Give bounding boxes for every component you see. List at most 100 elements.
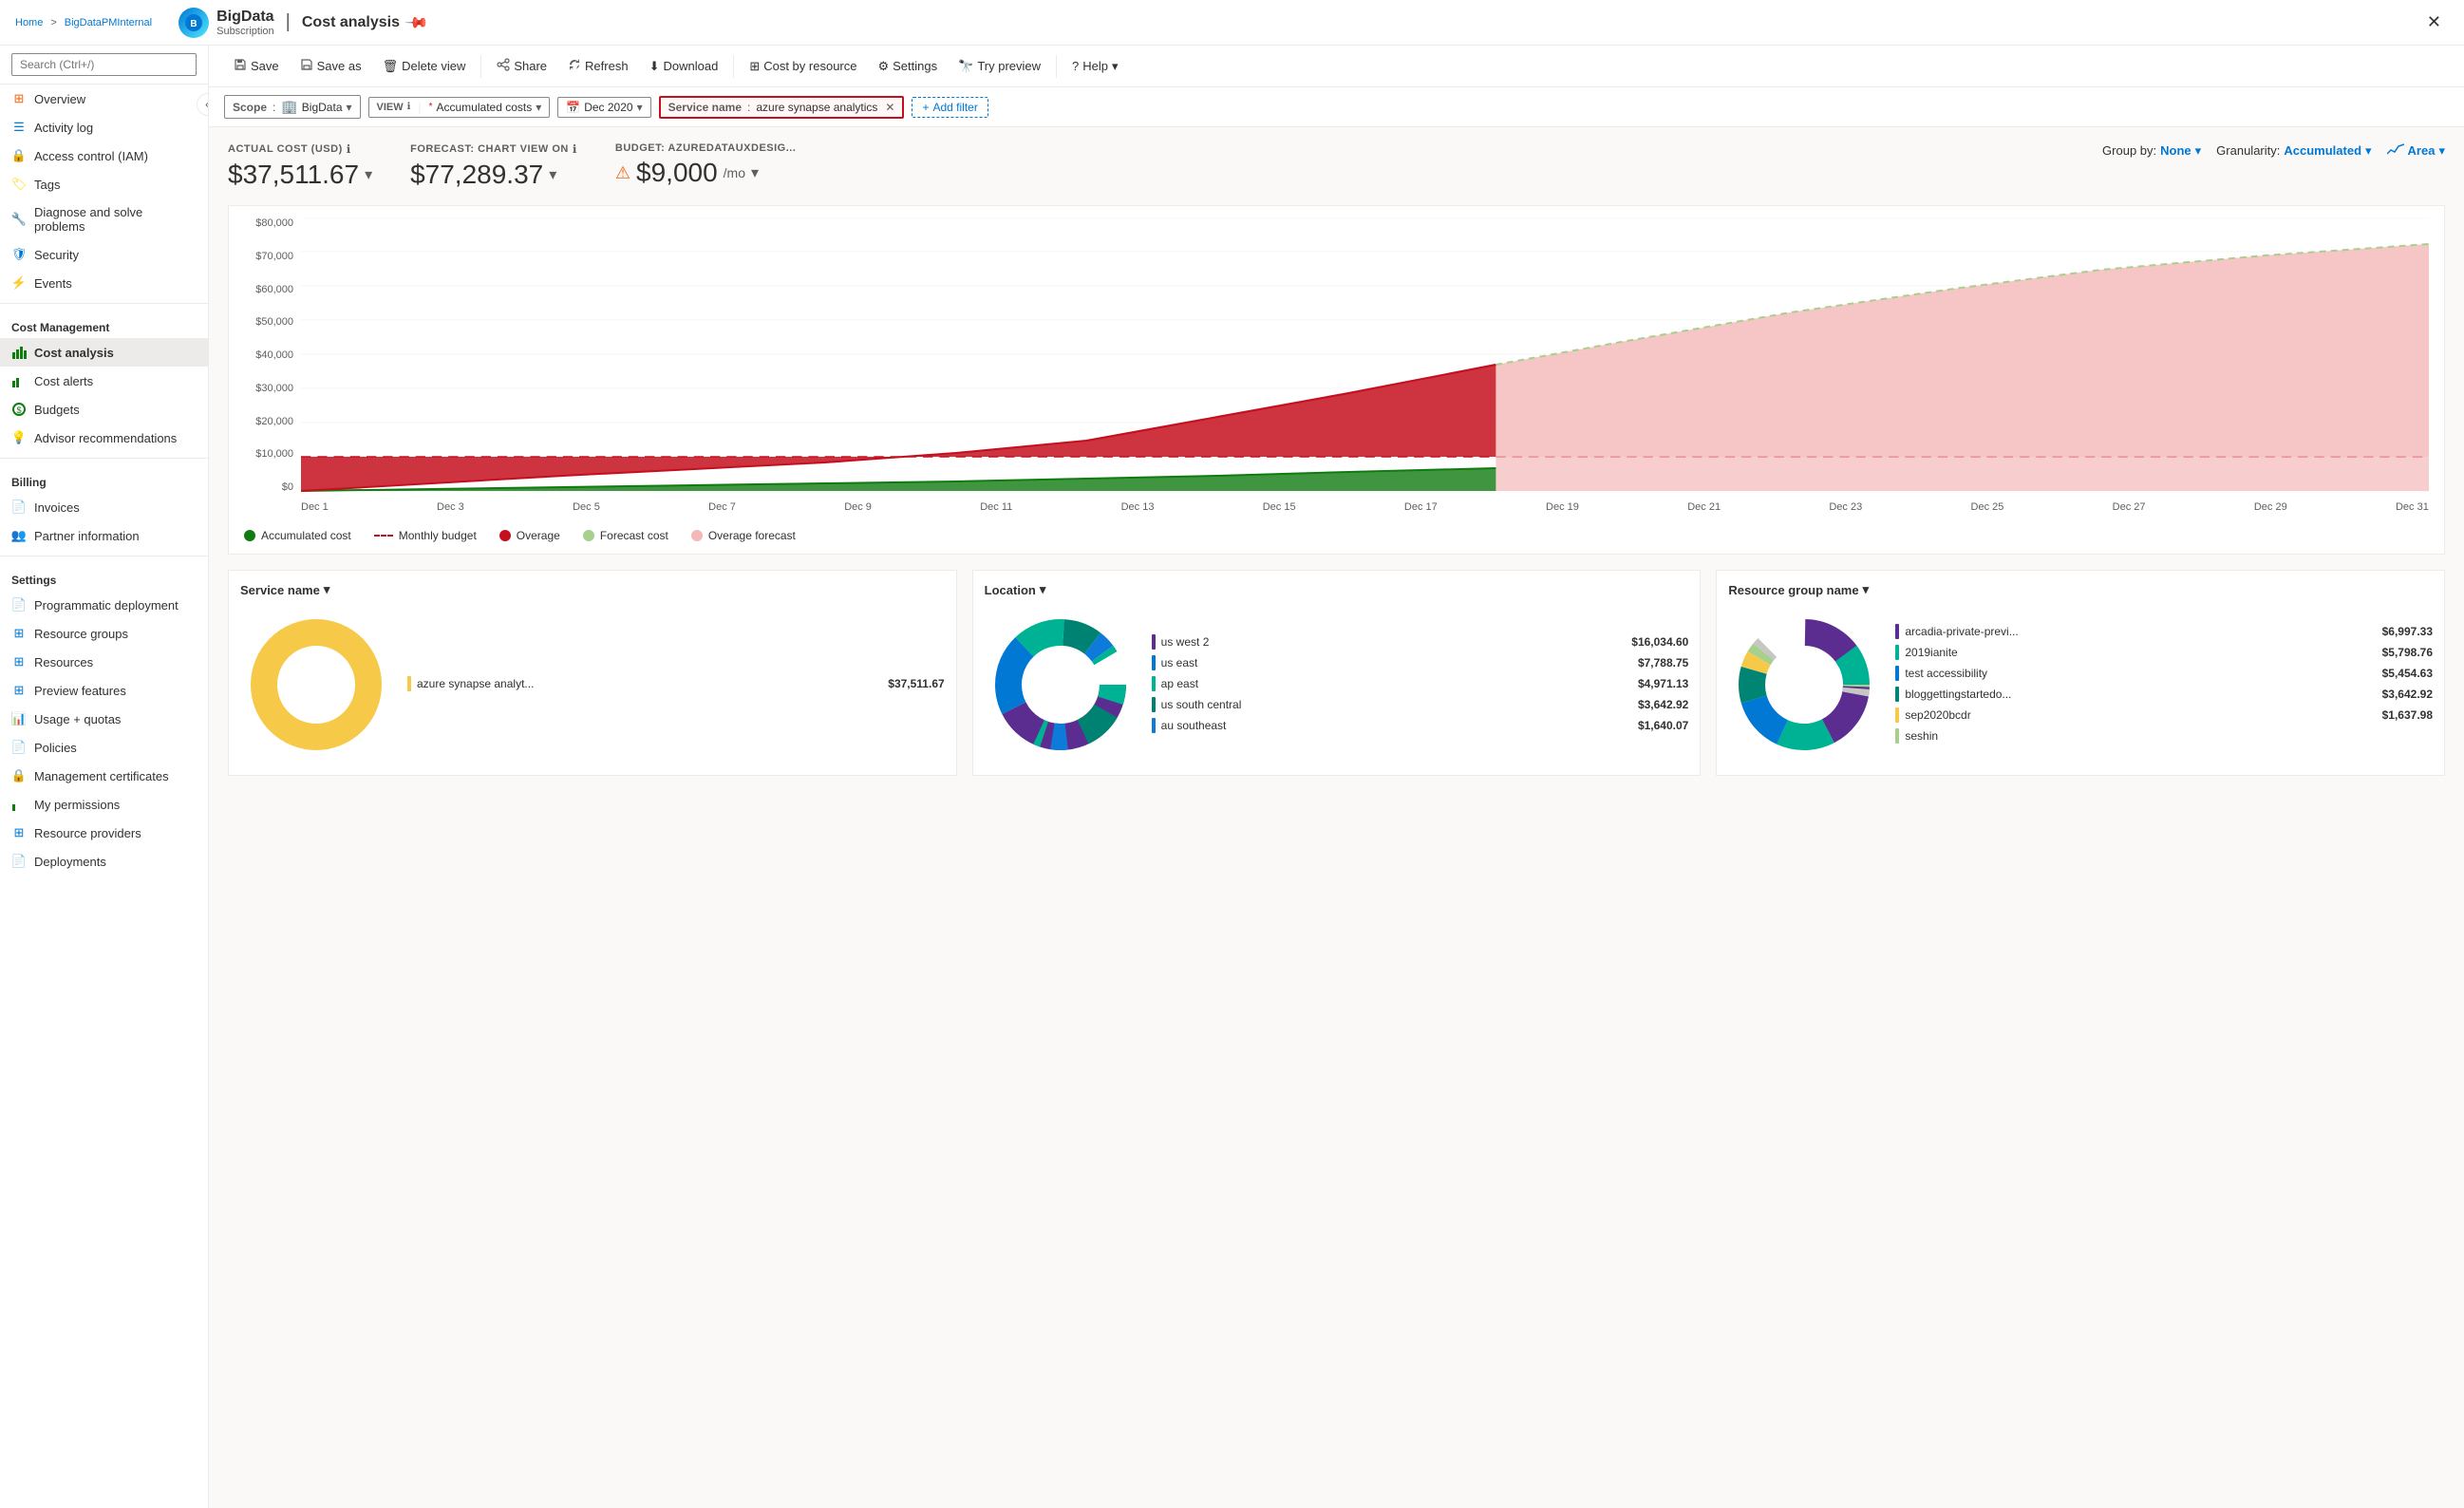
sidebar-item-advisor[interactable]: 💡 Advisor recommendations: [0, 424, 208, 452]
sidebar-label-invoices: Invoices: [34, 500, 80, 515]
donut-header-location[interactable]: Location ▾: [985, 582, 1689, 597]
y-label-50k: $50,000: [255, 316, 293, 328]
loc-au-label: au southeast: [1161, 719, 1227, 732]
sidebar-item-mgmt-certs[interactable]: 🔒 Management certificates: [0, 762, 208, 790]
search-input[interactable]: [11, 53, 197, 76]
sidebar-item-overview[interactable]: ⊞ Overview: [0, 85, 208, 113]
x-dec19: Dec 19: [1546, 501, 1579, 513]
actual-cost-arrow[interactable]: ▾: [365, 165, 372, 184]
sidebar-item-diagnose[interactable]: 🔧 Diagnose and solve problems: [0, 198, 208, 240]
breadcrumb-home[interactable]: Home: [15, 17, 43, 28]
rg-bloggetting-bar: [1895, 687, 1899, 702]
sidebar-item-preview-features[interactable]: ⊞ Preview features: [0, 676, 208, 705]
refresh-button[interactable]: Refresh: [558, 54, 638, 78]
rg-2019ianite-value: $5,798.76: [2382, 646, 2433, 659]
area-control[interactable]: Area ▾: [2387, 142, 2445, 159]
settings-label: Settings: [893, 59, 937, 73]
sidebar-label-programmatic: Programmatic deployment: [34, 598, 179, 613]
service-filter[interactable]: Service name : azure synapse analytics ✕: [659, 96, 905, 119]
share-icon: [497, 58, 510, 74]
sidebar-item-programmatic[interactable]: 📄 Programmatic deployment: [0, 591, 208, 619]
loc-ussouth-label: us south central: [1161, 698, 1242, 711]
synapse-value: $37,511.67: [888, 677, 944, 690]
service-filter-value: azure synapse analytics: [756, 101, 877, 114]
date-filter[interactable]: 📅 Dec 2020 ▾: [557, 97, 650, 118]
scope-filter[interactable]: Scope : 🏢 BigData ▾: [224, 95, 361, 119]
share-button[interactable]: Share: [487, 54, 556, 78]
sidebar-label-tags: Tags: [34, 178, 60, 192]
donut-title-resource-group: Resource group name: [1728, 583, 1858, 597]
cost-by-resource-label: Cost by resource: [763, 59, 856, 73]
pin-icon[interactable]: 📌: [404, 9, 430, 35]
donut-svg-location: [985, 609, 1137, 763]
granularity-control[interactable]: Granularity: Accumulated ▾: [2216, 143, 2371, 159]
group-by-chevron-icon: ▾: [2195, 143, 2202, 159]
loc-ussouthcentral: us south central $3,642.92: [1152, 697, 1689, 712]
x-dec17: Dec 17: [1404, 501, 1438, 513]
cost-by-resource-button[interactable]: ⊞ Cost by resource: [740, 55, 866, 78]
breadcrumb-sub[interactable]: BigDataPMInternal: [65, 17, 152, 28]
delete-view-button[interactable]: 🗑 Delete view: [373, 55, 476, 78]
sidebar-item-security[interactable]: 🛡 Security: [0, 240, 208, 269]
sidebar-item-invoices[interactable]: 📄 Invoices: [0, 493, 208, 521]
save-button[interactable]: Save: [224, 54, 289, 78]
help-label: Help: [1082, 59, 1108, 73]
save-as-label: Save as: [317, 59, 362, 73]
rg-sep2020-value: $1,637.98: [2382, 708, 2433, 722]
overview-icon: ⊞: [11, 91, 27, 106]
budget-value: ⚠ $9,000 /mo ▾: [615, 158, 797, 188]
loc-uswest2-label: us west 2: [1161, 635, 1210, 649]
legend-label-forecast: Forecast cost: [600, 529, 668, 542]
legend-dot-forecast: [583, 530, 594, 541]
actual-cost-info-icon: ℹ: [347, 142, 351, 156]
sidebar-item-events[interactable]: ⚡ Events: [0, 269, 208, 297]
download-label: Download: [663, 59, 718, 73]
sidebar-label-partner-info: Partner information: [34, 529, 140, 543]
y-label-70k: $70,000: [255, 251, 293, 262]
donut-chevron-location: ▾: [1040, 582, 1046, 597]
rg-2019ianite: 2019ianite $5,798.76: [1895, 645, 2433, 660]
sidebar-item-my-permissions[interactable]: My permissions: [0, 790, 208, 819]
close-button[interactable]: ✕: [2419, 5, 2449, 40]
x-dec5: Dec 5: [573, 501, 600, 513]
add-filter-button[interactable]: + Add filter: [912, 97, 987, 118]
scope-icon: 🏢: [281, 99, 297, 115]
sidebar-item-policies[interactable]: 📄 Policies: [0, 733, 208, 762]
legend-label-budget: Monthly budget: [399, 529, 477, 542]
download-button[interactable]: ⬇ Download: [640, 55, 728, 78]
budget-label: BUDGET: AZUREDATAUXDESIG...: [615, 142, 797, 154]
date-value: Dec 2020: [584, 101, 632, 114]
x-dec25: Dec 25: [1971, 501, 2004, 513]
synapse-color-bar: [407, 676, 411, 691]
legend-dot-accumulated: [244, 530, 255, 541]
save-as-button[interactable]: Save as: [291, 54, 371, 78]
sidebar-label-policies: Policies: [34, 741, 77, 755]
sidebar-item-tags[interactable]: 🏷 Tags: [0, 170, 208, 198]
service-filter-close[interactable]: ✕: [885, 101, 894, 114]
sidebar-item-activity-log[interactable]: ☰ Activity log: [0, 113, 208, 141]
forecast-arrow[interactable]: ▾: [549, 165, 556, 184]
sidebar-label-mgmt-certs: Management certificates: [34, 769, 169, 783]
sidebar-item-resource-providers[interactable]: ⊞ Resource providers: [0, 819, 208, 847]
donut-content-resource-group: arcadia-private-previ... $6,997.33 2019i…: [1728, 609, 2433, 763]
legend-dot-overage: [499, 530, 511, 541]
sidebar-item-budgets[interactable]: $ Budgets: [0, 395, 208, 424]
view-filter[interactable]: VIEW ℹ | * Accumulated costs ▾: [368, 97, 551, 118]
sidebar-item-deployments[interactable]: 📄 Deployments: [0, 847, 208, 876]
help-button[interactable]: ? Help ▾: [1063, 55, 1128, 78]
sidebar-item-cost-alerts[interactable]: Cost alerts: [0, 367, 208, 395]
donut-header-resource-group[interactable]: Resource group name ▾: [1728, 582, 2433, 597]
sidebar-item-cost-analysis[interactable]: Cost analysis: [0, 338, 208, 367]
sidebar-item-partner-info[interactable]: 👥 Partner information: [0, 521, 208, 550]
sidebar: « ⊞ Overview ☰ Activity log 🔒 Access con…: [0, 46, 209, 1508]
group-by-control[interactable]: Group by: None ▾: [2102, 143, 2201, 159]
sidebar-item-usage-quotas[interactable]: 📊 Usage + quotas: [0, 705, 208, 733]
settings-button[interactable]: ⚙ Settings: [868, 55, 947, 78]
sidebar-item-access-control[interactable]: 🔒 Access control (IAM): [0, 141, 208, 170]
sidebar-item-resources[interactable]: ⊞ Resources: [0, 648, 208, 676]
budget-arrow[interactable]: ▾: [751, 163, 759, 182]
sidebar-item-resource-groups[interactable]: ⊞ Resource groups: [0, 619, 208, 648]
try-preview-button[interactable]: 🔭 Try preview: [949, 55, 1050, 78]
donut-header-service[interactable]: Service name ▾: [240, 582, 945, 597]
main-layout: « ⊞ Overview ☰ Activity log 🔒 Access con…: [0, 46, 2464, 1508]
